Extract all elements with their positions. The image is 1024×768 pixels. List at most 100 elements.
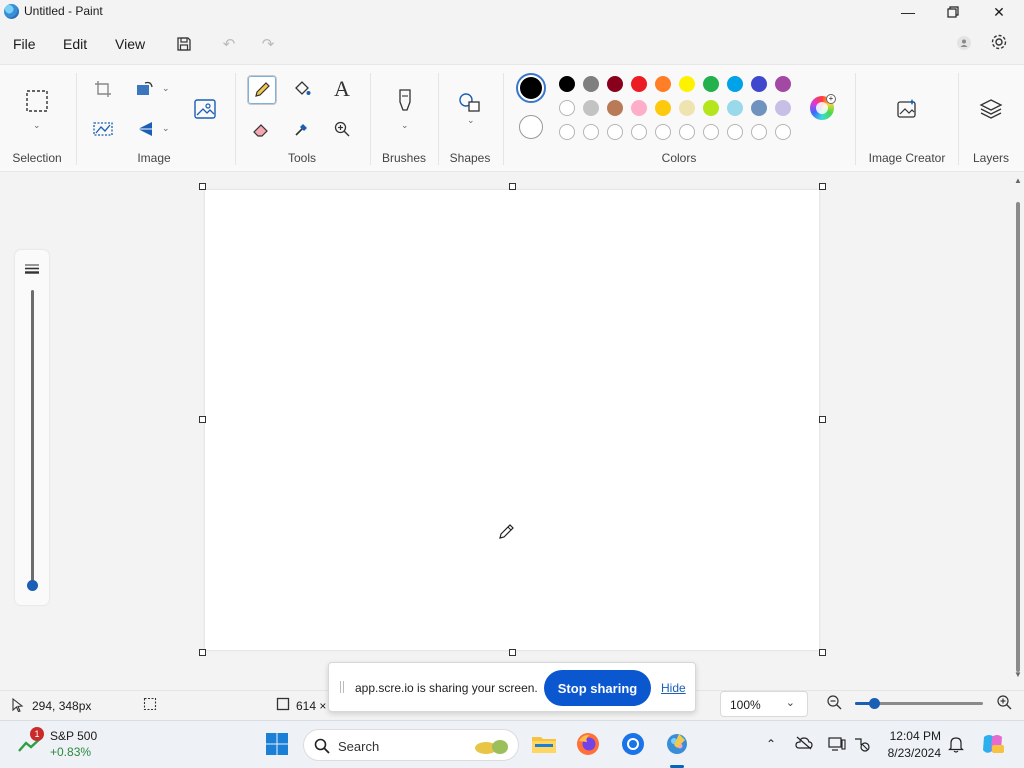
zoom-slider-thumb[interactable] bbox=[869, 698, 881, 709]
custom-color-slot[interactable] bbox=[607, 124, 623, 140]
save-icon[interactable] bbox=[174, 34, 194, 54]
settings-gear-icon[interactable] bbox=[989, 32, 1009, 52]
palette-swatch[interactable] bbox=[607, 100, 623, 116]
palette-swatch[interactable] bbox=[631, 76, 647, 92]
zoom-select[interactable]: 100% ⌄ bbox=[720, 691, 808, 717]
text-tool-icon[interactable]: A bbox=[328, 75, 356, 103]
stop-sharing-button[interactable]: Stop sharing bbox=[544, 670, 651, 706]
palette-swatch[interactable] bbox=[775, 100, 791, 116]
tray-chevron-up-icon[interactable]: ⌃ bbox=[766, 737, 776, 751]
custom-color-slot[interactable] bbox=[751, 124, 767, 140]
account-icon[interactable] bbox=[954, 33, 974, 53]
palette-swatch[interactable] bbox=[655, 76, 671, 92]
scrollbar-thumb[interactable] bbox=[1016, 202, 1020, 672]
palette-swatch[interactable] bbox=[631, 100, 647, 116]
zoom-out-icon[interactable] bbox=[826, 694, 842, 713]
notification-bell-icon[interactable] bbox=[948, 735, 964, 756]
network-status-icon[interactable] bbox=[853, 736, 871, 755]
resize-handle-top-right[interactable] bbox=[819, 183, 826, 190]
palette-swatch[interactable] bbox=[559, 76, 575, 92]
brush-icon[interactable] bbox=[391, 87, 419, 115]
chrome-icon[interactable] bbox=[620, 731, 646, 757]
menu-file[interactable]: File bbox=[13, 36, 36, 52]
custom-color-slot[interactable] bbox=[583, 124, 599, 140]
minimize-button[interactable]: — bbox=[885, 0, 931, 24]
image-insert-icon[interactable] bbox=[191, 95, 219, 123]
palette-swatch[interactable] bbox=[607, 76, 623, 92]
cloud-offline-icon[interactable] bbox=[795, 736, 813, 753]
custom-color-slot[interactable] bbox=[775, 124, 791, 140]
close-button[interactable]: ✕ bbox=[976, 0, 1022, 24]
resize-handle-right[interactable] bbox=[819, 416, 826, 423]
palette-swatch[interactable] bbox=[655, 100, 671, 116]
undo-icon[interactable]: ↶ bbox=[219, 34, 239, 54]
palette-swatch[interactable] bbox=[751, 100, 767, 116]
primary-color-swatch[interactable] bbox=[516, 73, 546, 103]
resize-handle-bottom-left[interactable] bbox=[199, 649, 206, 656]
firefox-icon[interactable] bbox=[575, 731, 601, 757]
palette-swatch[interactable] bbox=[703, 76, 719, 92]
custom-color-slot[interactable] bbox=[727, 124, 743, 140]
hide-link[interactable]: Hide bbox=[661, 681, 686, 695]
resize-handle-top[interactable] bbox=[509, 183, 516, 190]
add-color-plus-icon[interactable]: + bbox=[826, 94, 836, 104]
color-picker-icon[interactable] bbox=[288, 115, 316, 143]
vertical-scrollbar[interactable]: ▲ ▼ bbox=[1012, 176, 1024, 681]
secondary-color-swatch[interactable] bbox=[519, 115, 543, 139]
taskbar-search-box[interactable]: Search bbox=[303, 729, 519, 761]
paint-taskbar-icon[interactable] bbox=[664, 731, 690, 757]
stock-name[interactable]: S&P 500 bbox=[50, 729, 97, 743]
palette-swatch[interactable] bbox=[751, 76, 767, 92]
fill-bucket-icon[interactable] bbox=[288, 75, 316, 103]
zoom-in-icon[interactable] bbox=[996, 694, 1012, 713]
redo-icon[interactable]: ↷ bbox=[258, 34, 278, 54]
layers-icon[interactable] bbox=[977, 95, 1005, 123]
crop-icon[interactable] bbox=[89, 75, 117, 103]
selection-rectangle-icon[interactable] bbox=[23, 87, 51, 115]
custom-color-slot[interactable] bbox=[679, 124, 695, 140]
rotate-dropdown-chevron-icon[interactable]: ⌄ bbox=[162, 123, 170, 134]
file-explorer-icon[interactable] bbox=[531, 731, 557, 757]
resize-icon[interactable] bbox=[131, 75, 159, 103]
pencil-tool-icon[interactable] bbox=[247, 75, 277, 105]
resize-handle-bottom[interactable] bbox=[509, 649, 516, 656]
shapes-dropdown-chevron-icon[interactable]: ⌄ bbox=[467, 115, 475, 126]
palette-swatch[interactable] bbox=[679, 100, 695, 116]
menu-edit[interactable]: Edit bbox=[63, 36, 87, 52]
scroll-down-arrow-icon[interactable]: ▼ bbox=[1014, 670, 1022, 679]
resize-handle-top-left[interactable] bbox=[199, 183, 206, 190]
brush-size-track[interactable] bbox=[31, 290, 34, 586]
palette-swatch[interactable] bbox=[559, 100, 575, 116]
custom-color-slot[interactable] bbox=[655, 124, 671, 140]
clock-date[interactable]: 8/23/2024 bbox=[879, 746, 941, 760]
drag-grip-icon[interactable] bbox=[340, 681, 344, 693]
image-creator-icon[interactable] bbox=[893, 95, 921, 123]
palette-swatch[interactable] bbox=[583, 76, 599, 92]
copilot-icon[interactable] bbox=[981, 732, 1005, 759]
palette-swatch[interactable] bbox=[727, 76, 743, 92]
shapes-icon[interactable] bbox=[456, 89, 484, 117]
brush-size-thumb[interactable] bbox=[27, 580, 38, 591]
custom-color-slot[interactable] bbox=[631, 124, 647, 140]
brushes-dropdown-chevron-icon[interactable]: ⌄ bbox=[401, 120, 409, 131]
custom-color-slot[interactable] bbox=[559, 124, 575, 140]
magnifier-icon[interactable] bbox=[328, 115, 356, 143]
resize-handle-left[interactable] bbox=[199, 416, 206, 423]
scroll-up-arrow-icon[interactable]: ▲ bbox=[1014, 176, 1022, 185]
rotate-flip-icon[interactable] bbox=[131, 115, 159, 143]
brush-size-slider[interactable] bbox=[15, 250, 49, 605]
restore-button[interactable] bbox=[930, 0, 976, 24]
resize-handle-bottom-right[interactable] bbox=[819, 649, 826, 656]
palette-swatch[interactable] bbox=[727, 100, 743, 116]
display-icon[interactable] bbox=[828, 736, 846, 755]
drawing-canvas[interactable] bbox=[205, 190, 819, 650]
eraser-icon[interactable] bbox=[248, 115, 276, 143]
clock-time[interactable]: 12:04 PM bbox=[885, 729, 941, 743]
resize-dropdown-chevron-icon[interactable]: ⌄ bbox=[162, 83, 170, 94]
zoom-slider-track[interactable] bbox=[855, 698, 983, 709]
palette-swatch[interactable] bbox=[775, 76, 791, 92]
custom-color-slot[interactable] bbox=[703, 124, 719, 140]
palette-swatch[interactable] bbox=[703, 100, 719, 116]
selection-dropdown-chevron-icon[interactable]: ⌄ bbox=[33, 120, 41, 131]
palette-swatch[interactable] bbox=[583, 100, 599, 116]
